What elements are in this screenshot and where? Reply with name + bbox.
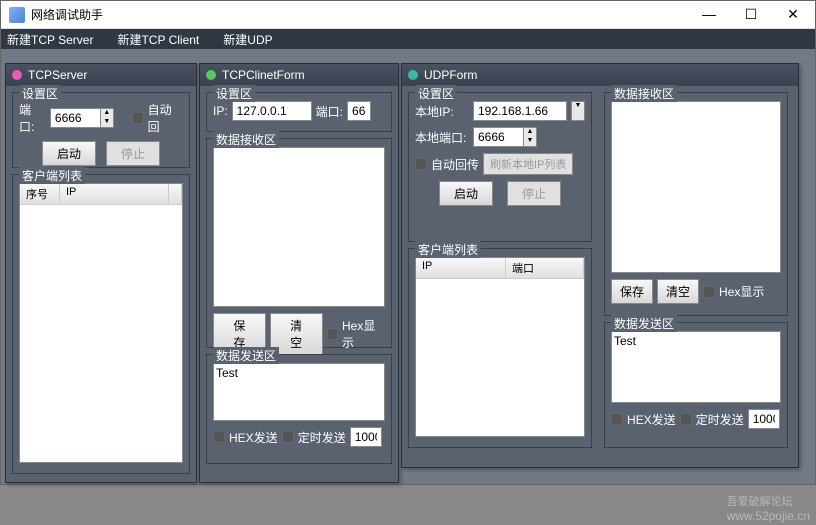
tcp-server-title: TCPServer: [28, 68, 87, 82]
hex-show-checkbox[interactable]: [703, 286, 715, 298]
udp-send-group: 数据发送区 Test HEX发送 定时发送: [604, 322, 788, 448]
start-button[interactable]: 启动: [42, 141, 96, 166]
tcp-server-titlebar[interactable]: TCPServer: [6, 64, 196, 86]
settings-legend: 设置区: [19, 85, 61, 102]
udp-client-table: IP 端口: [415, 257, 585, 437]
auto-checkbox[interactable]: [132, 112, 144, 124]
menu-new-tcp-server[interactable]: 新建TCP Server: [7, 31, 93, 48]
port-label: 端口:: [316, 103, 343, 120]
main-window: 网络调试助手 — ☐ ✕ 新建TCP Server 新建TCP Client 新…: [0, 0, 816, 485]
save-button[interactable]: 保存: [611, 279, 653, 304]
watermark: 吾爱破解论坛 www.52pojie.cn: [727, 493, 810, 523]
hex-send-label: HEX发送: [627, 411, 676, 428]
tcp-client-titlebar[interactable]: TCPClinetForm: [200, 64, 398, 86]
timed-send-checkbox[interactable]: [282, 431, 294, 443]
col-port[interactable]: 端口: [506, 258, 584, 278]
window-icon: [206, 70, 216, 80]
down-arrow-icon[interactable]: ▼: [101, 118, 113, 127]
hex-show-checkbox[interactable]: [327, 328, 338, 340]
titlebar: 网络调试助手 — ☐ ✕: [1, 1, 815, 29]
client-list-legend: 客户端列表: [19, 167, 85, 184]
window-icon: [12, 70, 22, 80]
udp-settings-group: 设置区 本地IP: ▼ 本地端口: ▲▼: [408, 92, 592, 242]
port-spinner[interactable]: ▲▼: [50, 108, 114, 128]
menubar: 新建TCP Server 新建TCP Client 新建UDP: [1, 29, 815, 49]
clear-button[interactable]: 清空: [657, 279, 699, 304]
start-button[interactable]: 启动: [439, 181, 493, 206]
send-legend: 数据发送区: [213, 347, 279, 364]
auto-reply-label: 自动回传: [431, 156, 479, 173]
auto-reply-checkbox[interactable]: [415, 158, 427, 170]
tcp-client-title: TCPClinetForm: [222, 68, 305, 82]
tcp-server-client-list-group: 客户端列表 序号 IP: [12, 174, 190, 474]
ip-label: IP:: [213, 104, 228, 118]
recv-legend: 数据接收区: [213, 131, 279, 148]
up-arrow-icon[interactable]: ▲: [101, 109, 113, 118]
menu-new-tcp-client[interactable]: 新建TCP Client: [117, 31, 199, 48]
table-body: [416, 279, 584, 339]
hex-send-checkbox[interactable]: [611, 413, 623, 425]
tcp-server-window: TCPServer 设置区 端口: ▲▼ 自动回 启动 停止: [5, 63, 197, 483]
hex-show-label: Hex显示: [342, 317, 385, 351]
tcp-client-settings-group: 设置区 IP: 端口:: [206, 92, 392, 132]
udp-title: UDPForm: [424, 68, 477, 82]
menu-new-udp[interactable]: 新建UDP: [223, 31, 272, 48]
stop-button[interactable]: 停止: [106, 141, 160, 166]
settings-legend: 设置区: [213, 85, 255, 102]
col-ip[interactable]: IP: [60, 184, 169, 204]
timed-send-checkbox[interactable]: [680, 413, 692, 425]
auto-label: 自动回: [148, 101, 183, 135]
hex-show-label: Hex显示: [719, 283, 764, 300]
port-input[interactable]: [347, 101, 371, 121]
local-port-input[interactable]: [473, 127, 523, 147]
hex-send-checkbox[interactable]: [213, 431, 225, 443]
timed-send-label: 定时发送: [298, 429, 346, 446]
hex-send-label: HEX发送: [229, 429, 278, 446]
udp-client-list-group: 客户端列表 IP 端口: [408, 248, 592, 448]
udp-window: UDPForm 设置区 本地IP: ▼ 本地端口:: [401, 63, 799, 468]
window-icon: [408, 70, 418, 80]
down-arrow-icon[interactable]: ▼: [524, 137, 536, 146]
local-port-spinner[interactable]: ▲▼: [473, 127, 537, 147]
settings-legend: 设置区: [415, 85, 457, 102]
send-textarea[interactable]: Test: [213, 363, 385, 421]
recv-textarea[interactable]: [213, 147, 385, 307]
col-seq[interactable]: 序号: [20, 184, 60, 204]
chevron-down-icon[interactable]: ▼: [572, 102, 584, 109]
recv-legend: 数据接收区: [611, 85, 677, 102]
col-extra[interactable]: [169, 184, 182, 204]
send-legend: 数据发送区: [611, 315, 677, 332]
tcp-client-window: TCPClinetForm 设置区 IP: 端口: 数据接收区 保存 清空: [199, 63, 399, 483]
tcp-client-recv-group: 数据接收区 保存 清空 Hex显示: [206, 138, 392, 348]
port-label: 端口:: [19, 101, 46, 135]
ip-input[interactable]: [232, 101, 312, 121]
client-list-legend: 客户端列表: [415, 241, 481, 258]
up-arrow-icon[interactable]: ▲: [524, 128, 536, 137]
local-port-label: 本地端口:: [415, 129, 469, 146]
table-body: [20, 205, 182, 265]
local-ip-input[interactable]: [473, 101, 567, 121]
client-table: 序号 IP: [19, 183, 183, 463]
udp-titlebar[interactable]: UDPForm: [402, 64, 798, 86]
app-icon: [9, 7, 25, 23]
recv-textarea[interactable]: [611, 101, 781, 273]
col-ip[interactable]: IP: [416, 258, 506, 278]
tcp-client-send-group: 数据发送区 Test HEX发送 定时发送: [206, 354, 392, 464]
timed-send-label: 定时发送: [696, 411, 744, 428]
interval-input[interactable]: [350, 427, 382, 447]
mdi-area: TCPServer 设置区 端口: ▲▼ 自动回 启动 停止: [1, 49, 815, 484]
udp-recv-group: 数据接收区 保存 清空 Hex显示: [604, 92, 788, 316]
tcp-server-settings-group: 设置区 端口: ▲▼ 自动回 启动 停止: [12, 92, 190, 168]
send-textarea[interactable]: Test: [611, 331, 781, 403]
port-input[interactable]: [50, 108, 100, 128]
local-ip-label: 本地IP:: [415, 103, 469, 120]
maximize-button[interactable]: ☐: [737, 6, 765, 23]
window-title: 网络调试助手: [31, 6, 695, 23]
stop-button[interactable]: 停止: [507, 181, 561, 206]
interval-input[interactable]: [748, 409, 780, 429]
minimize-button[interactable]: —: [695, 6, 723, 23]
close-button[interactable]: ✕: [779, 6, 807, 23]
refresh-ip-button[interactable]: 刷新本地IP列表: [483, 153, 573, 175]
